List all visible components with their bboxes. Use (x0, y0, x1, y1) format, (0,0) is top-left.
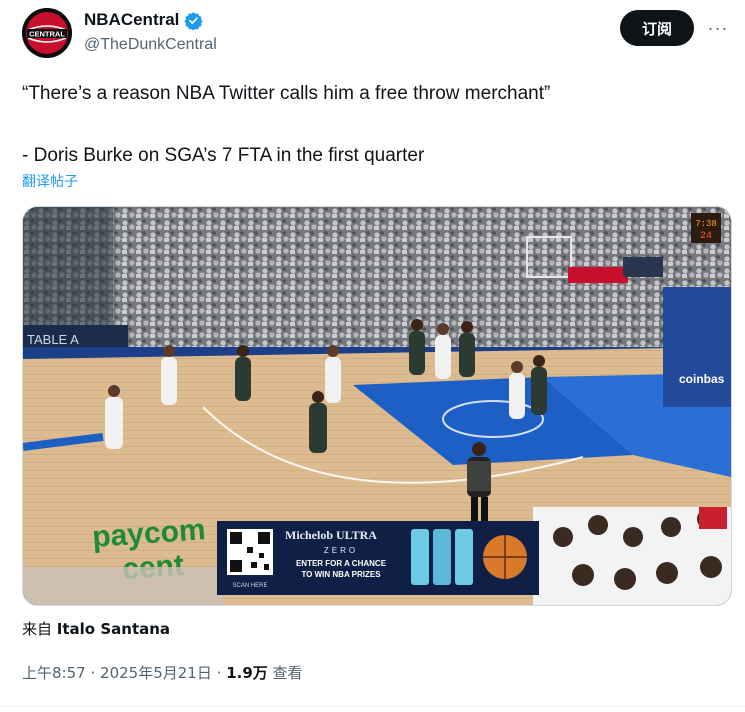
verified-badge-icon (184, 11, 204, 30)
shot-clock: 24 (700, 231, 712, 242)
source-name[interactable]: Italo Santana (57, 620, 170, 638)
display-name[interactable]: NBACentral (84, 10, 204, 30)
video-frame: TABLE A coinbas 7:38 24 paycom SCAN HERE… (23, 207, 731, 605)
stand-banner-text: TABLE A (27, 332, 79, 347)
view-count: 1.9万 (226, 664, 268, 682)
avatar[interactable]: CENTRAL (22, 8, 72, 58)
avatar-text: CENTRAL (29, 30, 65, 39)
scoreboard-clock: 7:38 (695, 219, 717, 229)
follow-button[interactable]: 订阅 (620, 10, 694, 46)
ad-line-1: ENTER FOR A CHANCE (296, 559, 387, 568)
media-source: 来自 Italo Santana (22, 618, 170, 639)
divider (0, 706, 745, 707)
sponsor-right-text: coinbas (679, 372, 725, 386)
tweet-text: “There’s a reason NBA Twitter calls him … (22, 78, 722, 171)
source-prefix: 来自 (22, 620, 53, 638)
views-label: 查看 (272, 664, 303, 682)
tweet-line-quote: “There’s a reason NBA Twitter calls him … (22, 83, 551, 104)
meta-separator: · (90, 664, 96, 682)
tweet-meta: 上午8:57 · 2025年5月21日 · 1.9万 查看 (22, 662, 303, 683)
tweet-date[interactable]: 2025年5月21日 (100, 664, 212, 682)
ad-brand: Michelob ULTRA (285, 528, 377, 542)
display-name-text: NBACentral (84, 10, 180, 29)
meta-separator-2: · (216, 664, 222, 682)
handle[interactable]: @TheDunkCentral (84, 36, 217, 54)
more-options-icon[interactable]: ··· (706, 16, 730, 40)
tweet-time[interactable]: 上午8:57 (22, 664, 86, 682)
ad-sub: ZERO (324, 546, 358, 555)
video-media[interactable]: TABLE A coinbas 7:38 24 paycom SCAN HERE… (22, 206, 732, 606)
nba-central-logo-icon: CENTRAL (22, 8, 72, 58)
tweet-line-attribution: - Doris Burke on SGA’s 7 FTA in the firs… (22, 145, 425, 166)
translate-post-link[interactable]: 翻译帖子 (22, 171, 78, 191)
ad-line-2: TO WIN NBA PRIZES (301, 570, 381, 579)
ad-qr-caption: SCAN HERE (232, 583, 267, 589)
tweet-header: CENTRAL NBACentral @TheDunkCentral 订阅 ··… (22, 8, 732, 58)
